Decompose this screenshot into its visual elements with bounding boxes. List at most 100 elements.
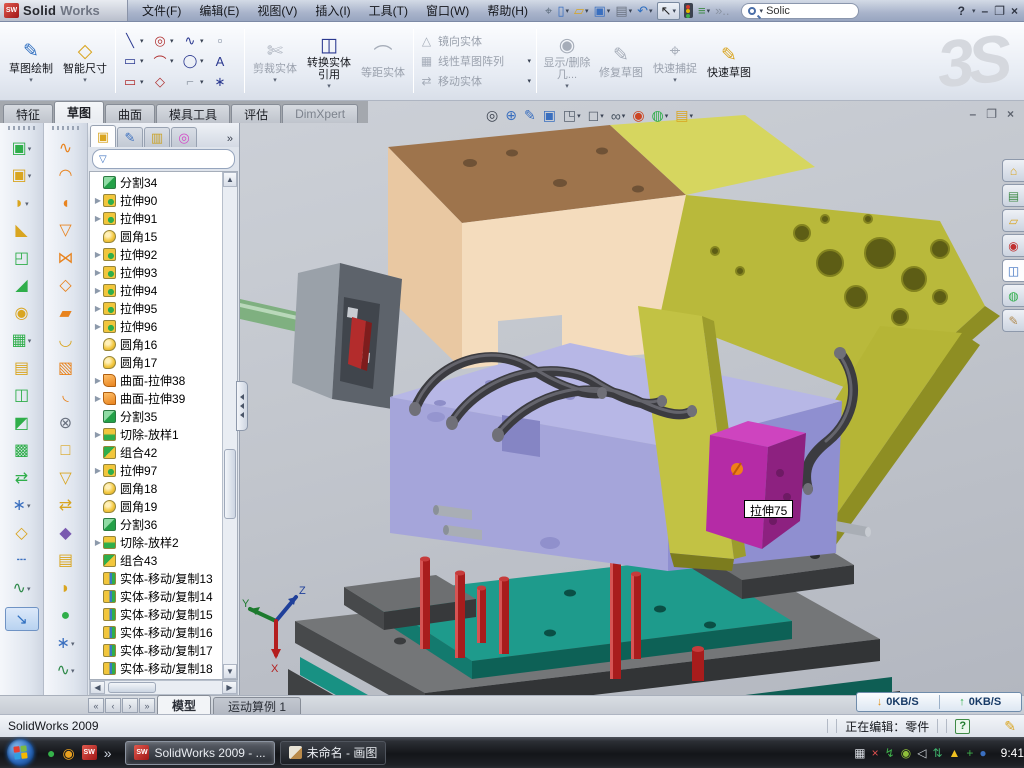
tree-item-实体-移动/复制15[interactable]: 实体-移动/复制15 xyxy=(90,605,222,623)
custom-properties-tab[interactable]: ✎ xyxy=(1002,309,1024,332)
tree-item-分割34[interactable]: 分割34 xyxy=(90,173,222,191)
select-button[interactable]: ↖▾ xyxy=(657,2,680,20)
toolbar-icon-lcol2-14[interactable]: ⇄ xyxy=(44,493,87,521)
expand-icon[interactable]: ▶ xyxy=(93,196,103,205)
expand-icon[interactable]: ▶ xyxy=(93,394,103,403)
taskbar-window-2[interactable]: 未命名 - 画图 xyxy=(280,741,387,765)
toolbar-overflow-icon[interactable]: ».. xyxy=(714,3,730,18)
dropdown-icon[interactable]: ▾ xyxy=(140,57,144,65)
tree-item-切除-放样2[interactable]: ▶切除-放样2 xyxy=(90,533,222,551)
model-tab-模型[interactable]: 模型 xyxy=(157,695,211,714)
dropdown-icon[interactable]: ▾ xyxy=(140,78,144,86)
expand-icon[interactable]: ▶ xyxy=(93,304,103,313)
expand-icon[interactable]: ▶ xyxy=(93,250,103,259)
configurationmanager-tab[interactable]: ▥ xyxy=(144,127,170,147)
tab-scroll-button-3[interactable]: › xyxy=(122,698,138,713)
toolbar-icon-lcol1-13[interactable]: ⇄ xyxy=(0,465,43,493)
undo-button[interactable]: ↶▾ xyxy=(636,3,653,19)
zoom-fit-icon[interactable]: ◎ xyxy=(486,107,498,124)
tree-item-实体-移动/复制16[interactable]: 实体-移动/复制16 xyxy=(90,623,222,641)
dropdown-icon[interactable]: ▾ xyxy=(83,76,87,84)
toolbar-icon-lcol1-12[interactable]: ▩ xyxy=(0,438,43,466)
solidworks-resources-tab[interactable]: ⌂ xyxy=(1002,159,1024,182)
toolbar-icon-lcol2-17[interactable]: ◗ xyxy=(44,575,87,603)
apply-scene-icon[interactable]: ◍▾ xyxy=(652,107,669,124)
toolbar-icon-lcol1-5[interactable]: ◰ xyxy=(0,245,43,273)
scroll-down-button[interactable]: ▼ xyxy=(223,664,237,679)
tab-草图[interactable]: 草图 xyxy=(54,101,104,123)
dimxpertmanager-tab[interactable]: ◎ xyxy=(171,127,197,147)
toolbar-icon-lcol1-3[interactable]: ◗▾ xyxy=(0,190,43,218)
tag-icon[interactable]: ✎ xyxy=(1004,718,1016,735)
dropdown-icon[interactable]: ▾ xyxy=(29,76,33,84)
open-button[interactable]: ▱▾ xyxy=(573,3,590,19)
panel-overflow-icon[interactable]: » xyxy=(227,133,237,147)
section-view-icon[interactable]: ▣ xyxy=(543,107,556,124)
sketch-entity-button[interactable]: A xyxy=(211,52,239,71)
toolbar-icon-lcol2-18[interactable]: ● xyxy=(44,603,87,631)
help-button[interactable]: ? xyxy=(958,4,965,18)
dropdown-icon[interactable]: ▾ xyxy=(200,57,204,65)
file-explorer-tab[interactable]: ▱ xyxy=(1002,209,1024,232)
dropdown-icon[interactable]: ▾ xyxy=(200,78,204,86)
undo-button-dropdown-icon[interactable]: ▾ xyxy=(649,7,653,15)
toolbar-icon-lcol2-15[interactable]: ◆ xyxy=(44,520,87,548)
tree-item-圆角19[interactable]: 圆角19 xyxy=(90,497,222,515)
propertymanager-tab[interactable]: ✎ xyxy=(117,127,143,147)
toolbar-icon-lcol1-11[interactable]: ◩ xyxy=(0,410,43,438)
dropdown-icon[interactable]: ▾ xyxy=(600,112,604,120)
expand-icon[interactable]: ▶ xyxy=(93,214,103,223)
gray-clamp-part[interactable] xyxy=(292,263,402,409)
save-button[interactable]: ▣▾ xyxy=(593,3,612,19)
expand-icon[interactable]: ▶ xyxy=(93,268,103,277)
display-style-icon[interactable]: ◻▾ xyxy=(588,107,604,124)
tray-security-icon[interactable]: × xyxy=(872,747,879,759)
dropdown-icon[interactable]: ▾ xyxy=(170,57,174,65)
restore-button[interactable]: ❐ xyxy=(994,4,1005,18)
toolbar-icon-lcol2-3[interactable]: ◖ xyxy=(44,190,87,218)
options-button-dropdown-icon[interactable]: ▾ xyxy=(707,7,711,15)
tree-item-实体-移动/复制18[interactable]: 实体-移动/复制18 xyxy=(90,659,222,677)
toolbar-icon-lcol1-2[interactable]: ▣▾ xyxy=(0,163,43,191)
dropdown-icon[interactable]: ▾ xyxy=(690,112,694,120)
dropdown-icon[interactable]: ▾ xyxy=(665,112,669,120)
menu-item-3[interactable]: 插入(I) xyxy=(307,0,358,21)
toolbar-icon-lcol2-19[interactable]: ∗▾ xyxy=(44,630,87,658)
tree-item-拉伸91[interactable]: ▶拉伸91 xyxy=(90,209,222,227)
toolbar-icon-lcol2-7[interactable]: ▰ xyxy=(44,300,87,328)
tree-item-圆角17[interactable]: 圆角17 xyxy=(90,353,222,371)
expand-icon[interactable]: ▶ xyxy=(93,322,103,331)
new-document-button-dropdown-icon[interactable]: ▾ xyxy=(565,7,569,15)
view-orientation-icon[interactable]: ◳▾ xyxy=(563,107,581,124)
open-button-dropdown-icon[interactable]: ▾ xyxy=(585,7,589,15)
toolbar-icon-lcol1-14[interactable]: ∗▾ xyxy=(0,493,43,521)
dropdown-icon[interactable]: ▾ xyxy=(622,112,626,120)
toolbar-icon-lcol1-16[interactable]: ┄ xyxy=(0,548,43,576)
zoom-area-icon[interactable]: ⊕ xyxy=(505,107,517,124)
tree-item-圆角16[interactable]: 圆角16 xyxy=(90,335,222,353)
expand-icon[interactable]: ▶ xyxy=(93,430,103,439)
pan-icon[interactable]: ✎ xyxy=(524,107,536,124)
sketch-entity-button[interactable]: ◯▾ xyxy=(181,52,209,71)
sketch-entity-button[interactable]: ▫ xyxy=(211,33,239,49)
print-button-dropdown-icon[interactable]: ▾ xyxy=(629,7,633,15)
pin-icon[interactable]: ⌖ xyxy=(544,3,553,19)
featuremanager-tab[interactable]: ▣ xyxy=(90,125,116,147)
scroll-thumb[interactable] xyxy=(224,449,236,519)
expand-icon[interactable]: ▶ xyxy=(93,466,103,475)
dropdown-icon[interactable]: ▾ xyxy=(27,585,31,593)
dropdown-icon[interactable]: ▾ xyxy=(577,112,581,120)
toolbar-icon-lcol1-15[interactable]: ◇ xyxy=(0,520,43,548)
save-button-dropdown-icon[interactable]: ▾ xyxy=(607,7,611,15)
dropdown-icon[interactable]: ▾ xyxy=(25,200,29,208)
model-tab-运动算例 1[interactable]: 运动算例 1 xyxy=(213,697,301,714)
dropdown-icon[interactable]: ▾ xyxy=(28,172,32,180)
tree-item-曲面-拉伸39[interactable]: ▶曲面-拉伸39 xyxy=(90,389,222,407)
start-button[interactable] xyxy=(7,739,34,766)
tab-scroll-button-1[interactable]: « xyxy=(88,698,104,713)
toolbar-button-快速草图[interactable]: ✎快速草图 xyxy=(702,42,756,80)
view-palette-tab[interactable]: ◫ xyxy=(1002,259,1024,282)
tab-scroll-button-2[interactable]: ‹ xyxy=(105,698,121,713)
sketch-entity-button[interactable]: ▭▾ xyxy=(121,52,149,71)
toolbar-icon-lcol1-6[interactable]: ◢ xyxy=(0,273,43,301)
